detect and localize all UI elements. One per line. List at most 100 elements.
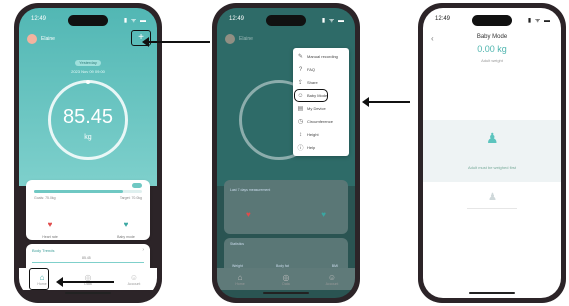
arrow-to-plus-button — [142, 37, 210, 47]
baby-mode-label: Baby mode — [117, 235, 135, 239]
menu-item-manual-recording[interactable]: ✎ Manual recording — [293, 50, 349, 63]
page-title: Baby Mode — [476, 34, 508, 40]
menu-screen: 12:49 ▮ ᯤ ▬ Elaine Last 7 days measureme… — [217, 8, 355, 298]
phone-baby-mode: 12:49 ▮ ᯤ ▬ ‹ Baby Mode 0.00 kg Adult we… — [418, 3, 566, 303]
menu-label: Help — [307, 145, 316, 150]
share-icon: ⇪ — [297, 80, 304, 86]
highlight-baby-mode — [294, 89, 328, 102]
status-icons: ▮ ᯤ ▬ — [123, 18, 147, 24]
heart-icon: ♥ — [246, 210, 251, 219]
tab-account-label: Account — [325, 281, 339, 286]
arrow-to-baby-mode — [362, 97, 410, 107]
user-switcher-dimmed: Elaine — [225, 34, 253, 44]
menu-label: My Device — [307, 106, 326, 111]
arrowhead-icon — [56, 277, 63, 287]
tab-home-label: Home — [235, 281, 245, 286]
home-indicator — [65, 292, 111, 294]
question-icon: ? — [298, 66, 303, 73]
person-outline-icon: ♟ — [488, 192, 497, 203]
baby-icon: ♥ — [123, 220, 129, 229]
heart-rate-shortcut[interactable]: ♥ Heart rate — [30, 214, 70, 240]
status-time: 12:49 — [435, 16, 451, 22]
status-time: 12:49 — [229, 16, 245, 22]
highlight-home-tab — [29, 268, 49, 290]
goal-progress-fill — [34, 190, 123, 193]
dynamic-island — [472, 15, 512, 26]
menu-item-circumference[interactable]: ◷ Circumference — [293, 115, 349, 128]
user-name: Elaine — [41, 36, 55, 42]
baby-weight-value: 0.00 kg — [477, 44, 507, 54]
menu-label: Share — [307, 80, 318, 85]
goal-progress-track — [34, 190, 142, 193]
heart-icon: ♥ — [47, 220, 53, 229]
menu-label: Height — [307, 132, 319, 137]
goal-toggle[interactable] — [132, 183, 142, 188]
goal-label: Goals: 75.0kg — [34, 196, 56, 200]
goal-card-dimmed: Last 7 days measurement ♥ ♥ — [224, 180, 348, 234]
baby-panel: ♟ Adult must be weighed first — [423, 120, 561, 182]
home-screen: 12:49 ▮ ᯤ ▬ Elaine + Yesterday 2023 Nov … — [19, 8, 157, 298]
home-indicator — [469, 292, 515, 294]
measurement-date: 2023 Nov 09 09:00 — [71, 69, 105, 74]
menu-item-faq[interactable]: ? FAQ — [293, 63, 349, 76]
dynamic-island — [68, 15, 108, 26]
date-pill: Yesterday — [75, 60, 101, 66]
device-icon: ▤ — [297, 106, 304, 112]
status-icons: ▮ ᯤ ▬ — [321, 18, 345, 24]
arrow-to-home-tab — [56, 277, 114, 287]
pencil-icon: ✎ — [297, 54, 304, 60]
dynamic-island — [266, 15, 306, 26]
weight-unit: kg — [84, 134, 92, 141]
menu-item-help[interactable]: ⓘ Help — [293, 141, 349, 154]
tab-data: ◎ Data — [274, 273, 298, 286]
tape-icon: ◷ — [297, 119, 304, 125]
arrowhead-icon — [362, 97, 369, 107]
height-icon: ↕ — [299, 131, 302, 138]
tab-account: ☺ Account — [320, 273, 344, 286]
person-icon: ♟ — [486, 130, 499, 146]
phone-menu: 12:49 ▮ ᯤ ▬ Elaine Last 7 days measureme… — [212, 3, 360, 303]
card-label: Last 7 days measurement — [230, 188, 271, 192]
instruction-message: Adult must be weighed first — [467, 165, 517, 170]
tab-data-label: Data — [282, 281, 290, 286]
avatar — [27, 34, 37, 44]
weight-value: 85.45 — [62, 106, 114, 128]
goal-card: Goals: 75.0kg Target: 70.0kg ♥ Heart rat… — [26, 180, 150, 240]
menu-item-baby-mode[interactable]: ☺ Baby Mode — [293, 89, 349, 102]
info-icon: ⓘ — [297, 146, 304, 152]
ring-indicator-dot — [86, 80, 90, 84]
menu-label: Circumference — [307, 119, 334, 124]
status-time: 12:49 — [31, 16, 47, 22]
tab-account-label: Account — [127, 281, 141, 286]
user-name: Elaine — [239, 36, 253, 42]
trend-title: Body Trends — [32, 248, 55, 253]
tab-data[interactable]: ◎ Data — [76, 273, 100, 286]
menu-item-height[interactable]: ↕ Height — [293, 128, 349, 141]
tab-account[interactable]: ☺ Account — [122, 273, 146, 286]
divider — [467, 208, 517, 209]
dropdown-menu: ✎ Manual recording ? FAQ ⇪ Share ☺ Baby … — [293, 48, 349, 156]
tab-bar-dimmed: ⌂ Home ◎ Data ☺ Account — [217, 268, 355, 290]
menu-label: FAQ — [307, 67, 316, 72]
menu-item-share[interactable]: ⇪ Share — [293, 76, 349, 89]
avatar — [225, 34, 235, 44]
baby-mode-screen: 12:49 ▮ ᯤ ▬ ‹ Baby Mode 0.00 kg Adult we… — [423, 8, 561, 298]
data-icon: ◎ — [282, 272, 290, 282]
phone-home: 12:49 ▮ ᯤ ▬ Elaine + Yesterday 2023 Nov … — [14, 3, 162, 303]
baby-icon: ♥ — [321, 210, 326, 219]
baby-mode-shortcut[interactable]: ♥ Baby mode — [106, 214, 146, 240]
account-icon: ☺ — [327, 272, 337, 282]
adult-weight-label: Adult weight — [481, 58, 503, 63]
heart-rate-label: Heart rate — [42, 235, 58, 239]
menu-label: Manual recording — [307, 54, 338, 59]
target-label: Target: 70.0kg — [119, 196, 142, 200]
user-switcher[interactable]: Elaine — [27, 34, 55, 44]
menu-item-my-device[interactable]: ▤ My Device — [293, 102, 349, 115]
account-icon: ☺ — [129, 272, 139, 282]
trend-line — [32, 262, 144, 263]
status-icons: ▮ ᯤ ▬ — [527, 18, 551, 24]
home-indicator — [263, 292, 309, 294]
tab-home: ⌂ Home — [228, 273, 252, 286]
stats-title: Statistics — [230, 242, 245, 246]
chevron-right-icon: › — [142, 247, 144, 253]
